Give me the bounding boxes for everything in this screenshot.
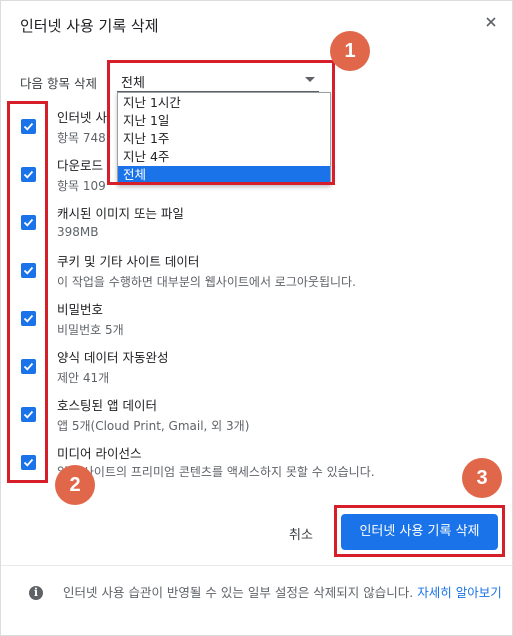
- close-icon[interactable]: [484, 15, 498, 29]
- item-subtitle-browsing-history: 항목 748: [57, 131, 106, 145]
- cancel-button[interactable]: 취소: [289, 524, 313, 543]
- item-title-autofill: 양식 데이터 자동완성: [57, 350, 169, 365]
- item-subtitle-downloads: 항목 109: [57, 179, 106, 193]
- item-subtitle-media-licenses: 일부 사이트의 프리미엄 콘텐츠를 액세스하지 못할 수 있습니다.: [57, 465, 375, 479]
- item-subtitle-cached-files: 398MB: [57, 225, 99, 239]
- item-title-hosted-app-data: 호스팅된 앱 데이터: [57, 398, 157, 413]
- time-range-label: 다음 항목 삭제: [20, 76, 97, 91]
- item-title-cached-files: 캐시된 이미지 또는 파일: [57, 206, 184, 221]
- info-icon: i: [29, 586, 43, 600]
- item-subtitle-passwords: 비밀번호 5개: [57, 323, 124, 337]
- annotation-highlight-dropdown: [107, 60, 335, 185]
- item-subtitle-hosted-app-data: 앱 5개(Cloud Print, Gmail, 외 3개): [57, 419, 250, 433]
- item-title-browsing-history: 인터넷 사: [57, 110, 107, 125]
- annotation-highlight-clear-button: [334, 505, 505, 557]
- learn-more-link[interactable]: 자세히 알아보기: [417, 585, 501, 600]
- dialog-title: 인터넷 사용 기록 삭제: [20, 17, 159, 35]
- annotation-highlight-checkboxes: [7, 101, 48, 483]
- item-subtitle-autofill: 제안 41개: [57, 371, 110, 385]
- item-title-passwords: 비밀번호: [57, 302, 104, 317]
- annotation-badge-2: 2: [55, 465, 95, 505]
- footer-text: 인터넷 사용 습관이 반영될 수 있는 일부 설정은 삭제되지 않습니다. 자세…: [63, 583, 503, 602]
- annotation-badge-3: 3: [462, 458, 502, 498]
- item-title-downloads: 다운로드: [57, 158, 104, 173]
- item-title-media-licenses: 미디어 라이선스: [57, 446, 142, 461]
- item-title-cookies: 쿠키 및 기타 사이트 데이터: [57, 254, 200, 269]
- footer-divider: [1, 565, 513, 566]
- footer-message: 인터넷 사용 습관이 반영될 수 있는 일부 설정은 삭제되지 않습니다.: [63, 585, 414, 600]
- item-subtitle-cookies: 이 작업을 수행하면 대부분의 웹사이트에서 로그아웃됩니다.: [57, 275, 356, 289]
- annotation-badge-1: 1: [330, 31, 370, 71]
